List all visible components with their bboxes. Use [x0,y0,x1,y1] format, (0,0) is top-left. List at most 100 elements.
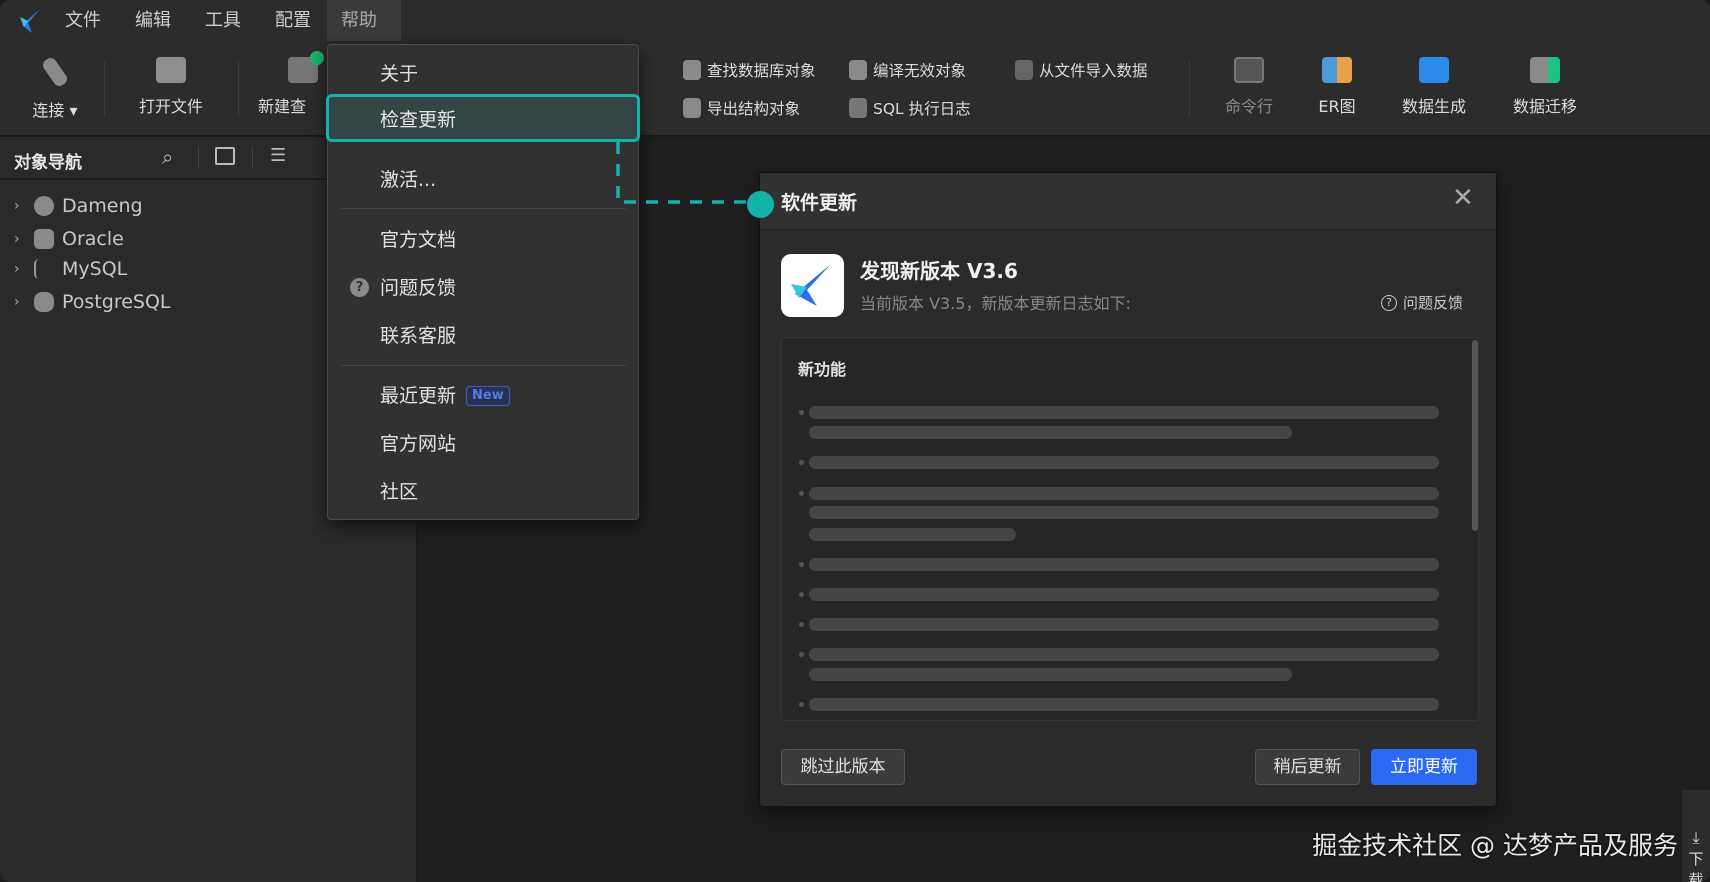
tree-item-postgresql[interactable]: › PostgreSQL [14,291,171,313]
connect-label: 连接 [32,101,65,120]
find-db-objects-label: 查找数据库对象 [707,62,816,80]
bullet-icon [799,652,804,657]
changelog-placeholder-line [809,426,1292,439]
connect-button[interactable]: 连接 ▾ [10,55,100,121]
data-migration-icon [1530,57,1560,83]
bullet-icon [799,622,804,627]
folder-icon [156,57,186,83]
toolbar-divider [1189,61,1190,117]
changelog-placeholder-line [809,506,1439,519]
import-from-file-label: 从文件导入数据 [1039,62,1148,80]
data-migration-button[interactable]: 数据迁移 [1500,57,1590,117]
tree-label: Oracle [62,228,124,250]
data-migration-label: 数据迁移 [1512,97,1577,116]
terminal-icon [1234,57,1264,83]
close-icon[interactable]: ✕ [1452,183,1474,213]
chevron-right-icon: › [14,294,20,310]
toolbar-divider [104,61,105,117]
new-badge: New [466,386,510,406]
data-generation-label: 数据生成 [1401,97,1466,116]
menu-item-website[interactable]: 官方网站 [380,430,456,458]
app-logo [781,254,844,317]
bullet-icon [799,592,804,597]
changelog-placeholder-line [809,648,1439,661]
changelog-placeholder-line [809,618,1439,631]
menu-item-about[interactable]: 关于 [380,60,418,88]
menu-item-activate[interactable]: 激活... [380,166,436,194]
app-window: 文件 编辑 工具 配置 帮助 连接 ▾ 打开文件 新建查 查找数据库对象 导出结… [0,0,1710,882]
menu-tools[interactable]: 工具 [191,0,255,41]
changelog-placeholder-line [809,487,1439,500]
changelog-placeholder-line [809,456,1439,469]
import-icon [1015,60,1033,80]
app-logo-icon [791,264,831,306]
export-structure-button[interactable]: 导出结构对象 [683,97,800,119]
open-file-button[interactable]: 打开文件 [126,57,216,117]
menu-item-docs[interactable]: 官方文档 [380,226,456,254]
sql-log-button[interactable]: SQL 执行日志 [849,97,971,119]
er-diagram-icon [1322,57,1352,83]
changelog-placeholder-line [809,406,1439,419]
download-icon: ⤓ [1692,828,1700,847]
callout-dot [747,191,774,218]
download-label: 下载 [1688,850,1704,882]
menu-item-community[interactable]: 社区 [380,478,418,506]
changelog-placeholder-line [809,558,1439,571]
er-diagram-button[interactable]: ER图 [1292,57,1382,117]
menu-config[interactable]: 配置 [261,0,325,41]
new-folder-icon[interactable] [215,147,235,165]
changelog-panel[interactable]: 新功能 [781,337,1479,721]
dialog-title: 软件更新 [781,192,858,214]
sql-log-label: SQL 执行日志 [873,100,971,118]
compile-invalid-button[interactable]: 编译无效对象 [849,59,966,81]
command-line-button[interactable]: 命令行 [1204,57,1294,117]
tree-label: MySQL [62,258,128,280]
skip-version-button[interactable]: 跳过此版本 [781,749,905,785]
menu-item-contact[interactable]: 联系客服 [380,322,456,350]
app-logo-icon [20,9,40,33]
changelog-placeholder-line [809,528,1016,541]
tree-item-oracle[interactable]: › Oracle [14,228,124,250]
feedback-link[interactable]: ? 问题反馈 [1381,292,1463,313]
chevron-right-icon: › [14,198,20,214]
tree-item-dameng[interactable]: › Dameng [14,195,143,217]
divider [198,147,199,169]
update-now-button[interactable]: 立即更新 [1371,749,1477,785]
data-generation-button[interactable]: 数据生成 [1389,57,1479,117]
toolbar: 连接 ▾ 打开文件 新建查 查找数据库对象 导出结构对象 编译无效对象 SQL … [0,41,1710,137]
navigator-title: 对象导航 [14,153,82,173]
changelog-placeholder-line [809,698,1439,711]
menu-bar: 文件 编辑 工具 配置 帮助 [0,0,1710,41]
menu-item-check-update[interactable]: 检查更新 [326,94,640,142]
software-update-dialog: 软件更新 ✕ 发现新版本 V3.6 当前版本 V3.5，新版本更新日志如下: ?… [759,172,1497,807]
db-search-icon [683,60,701,80]
dameng-icon [34,196,54,216]
er-diagram-label: ER图 [1318,97,1356,116]
menu-help[interactable]: 帮助 [327,0,401,41]
import-from-file-button[interactable]: 从文件导入数据 [1015,59,1148,81]
tree-item-mysql[interactable]: › MySQL [14,258,127,280]
question-circle-icon: ? [1381,294,1397,311]
search-icon[interactable]: ⌕ [162,145,173,169]
data-generation-icon [1419,57,1449,83]
divider [252,147,253,169]
feedback-link-label: 问题反馈 [1403,294,1464,312]
menu-edit[interactable]: 编辑 [121,0,185,41]
dialog-header: 软件更新 ✕ [760,173,1496,230]
scrollbar[interactable] [1472,340,1478,531]
update-heading: 发现新版本 V3.6 [860,259,1018,283]
sort-icon[interactable]: ☰ [270,145,286,166]
section-title: 新功能 [798,360,847,379]
update-later-button[interactable]: 稍后更新 [1255,749,1360,785]
menu-item-recent-updates[interactable]: 最近更新 New [380,382,510,410]
db-export-icon [683,98,701,118]
side-download-tab[interactable]: ⤓ 下载 [1682,790,1710,882]
menu-file[interactable]: 文件 [51,0,115,41]
callout-connector [616,142,750,204]
bullet-icon [799,702,804,707]
recent-updates-label: 最近更新 [380,385,457,407]
question-circle-icon: ? [350,278,369,297]
db-compile-icon [849,60,867,80]
menu-item-feedback[interactable]: 问题反馈 [380,274,456,302]
find-db-objects-button[interactable]: 查找数据库对象 [683,59,816,81]
